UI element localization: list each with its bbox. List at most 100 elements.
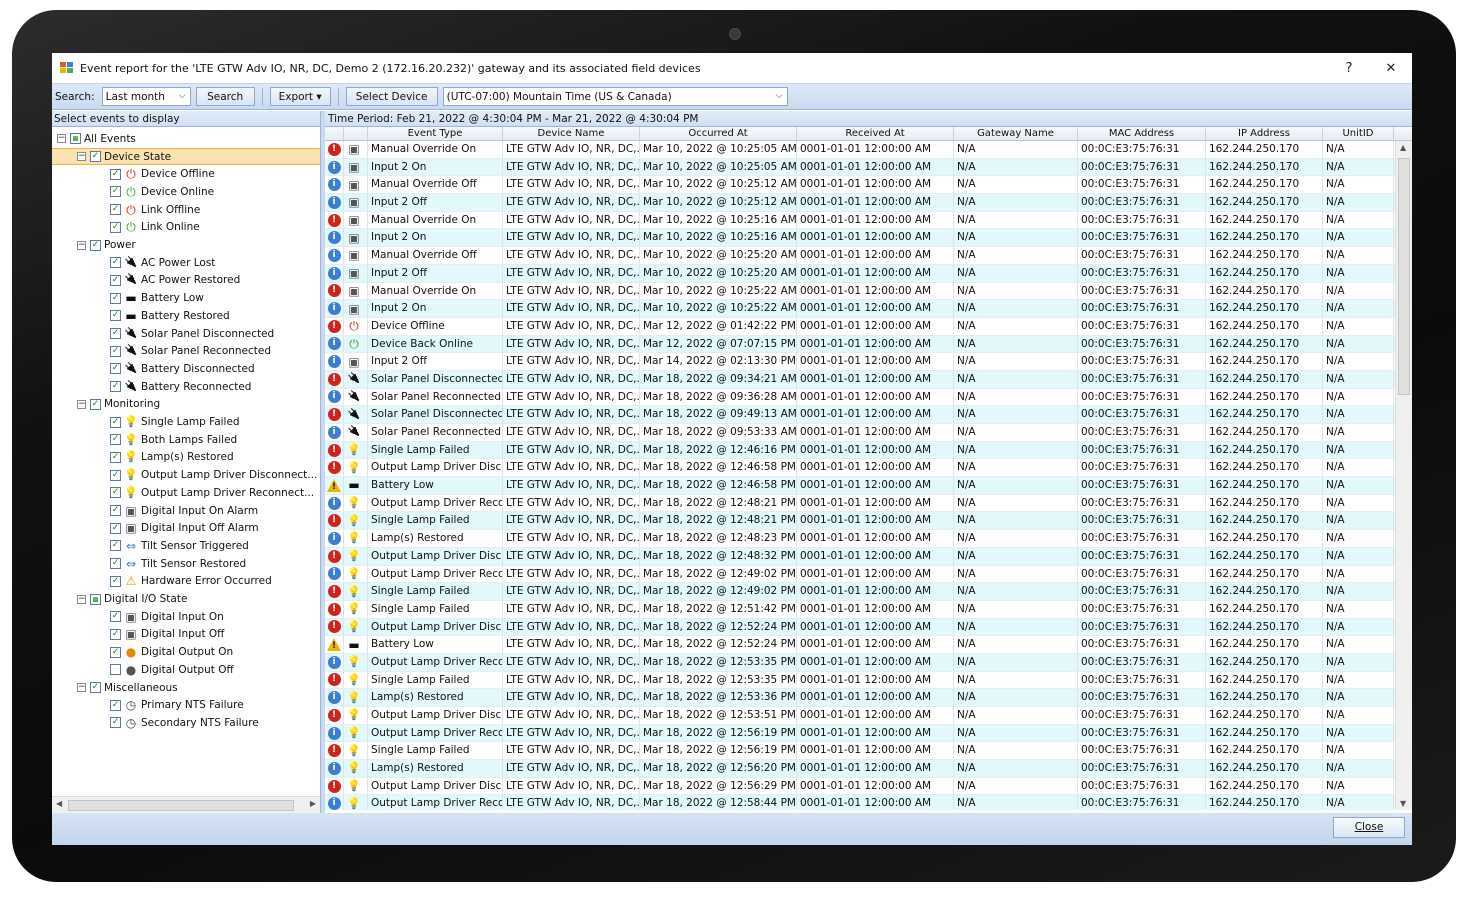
table-row[interactable]: i ▣ Input 2 Off LTE GTW Adv IO, NR, DC,... M… [325, 194, 1412, 212]
table-row[interactable]: ! ▣ Manual Override On LTE GTW Adv IO, NR, … [325, 141, 1412, 159]
tree-item[interactable]: − ✓ Miscellaneous [52, 679, 320, 697]
collapse-icon[interactable]: − [77, 399, 86, 409]
table-row[interactable]: ! 💡 Output Lamp Driver Disc... LTE GTW Adv … [325, 707, 1412, 725]
tree-checkbox[interactable]: ✓ [110, 487, 121, 499]
table-row[interactable]: i 💡 Lamp(s) Restored LTE GTW Adv IO, NR, DC… [325, 760, 1412, 778]
search-button[interactable]: Search [195, 87, 255, 106]
table-row[interactable]: i 💡 Output Lamp Driver Reco... LTE GTW Adv … [325, 795, 1412, 810]
column-header[interactable] [325, 127, 344, 140]
table-row[interactable]: ! 💡 Single Lamp Failed LTE GTW Adv IO, NR, … [325, 671, 1412, 690]
table-row[interactable]: i ▣ Manual Override Off LTE GTW Adv IO, NR,… [325, 176, 1412, 195]
scroll-up-icon[interactable]: ▲ [1400, 143, 1406, 152]
collapse-icon[interactable]: − [77, 683, 86, 693]
scrollbar-thumb[interactable] [68, 800, 294, 811]
tree-checkbox[interactable]: ✓ [110, 469, 121, 481]
tree-item[interactable]: ✓ ◷ Secondary NTS Failure [52, 714, 320, 732]
tree-item[interactable]: ✓ 🔌 Battery Reconnected [52, 378, 320, 396]
horizontal-scrollbar[interactable]: ◀ ▶ [52, 796, 320, 813]
tree-checkbox[interactable]: ✓ [110, 328, 121, 340]
table-row[interactable]: i 🔌 Solar Panel Reconnected LTE GTW Adv IO,… [325, 424, 1412, 442]
column-header[interactable]: IP Address [1206, 127, 1323, 140]
tree-item[interactable]: ✓ ▬ Battery Low [52, 289, 320, 307]
tree-checkbox[interactable]: ✓ [90, 239, 101, 251]
table-row[interactable]: ! 🔌 Solar Panel Disconnected LTE GTW Adv IO… [325, 406, 1412, 424]
table-row[interactable]: i ▣ Input 2 Off LTE GTW Adv IO, NR, DC,... M… [325, 353, 1412, 371]
column-header[interactable] [344, 127, 368, 140]
table-row[interactable]: ! ▬ Battery Low LTE GTW Adv IO, NR, DC,... M… [325, 477, 1412, 495]
scroll-left-icon[interactable]: ◀ [56, 799, 62, 808]
table-row[interactable]: ! 💡 Single Lamp Failed LTE GTW Adv IO, NR, … [325, 583, 1412, 601]
tree-checkbox[interactable]: ✓ [110, 540, 121, 552]
window-close-button[interactable]: ✕ [1370, 61, 1412, 76]
collapse-icon[interactable]: − [77, 240, 86, 250]
tree-checkbox[interactable] [110, 664, 121, 676]
tree-checkbox[interactable]: ✓ [110, 451, 121, 463]
tree-item[interactable]: ✓ ▣ Digital Input On Alarm [52, 502, 320, 520]
export-button[interactable]: Export ▾ [269, 87, 331, 106]
tree-checkbox[interactable]: ✓ [110, 505, 121, 517]
scroll-right-icon[interactable]: ▶ [310, 799, 316, 808]
column-header[interactable]: Occurred At [640, 127, 797, 140]
tree-item[interactable]: ✓ 💡 Both Lamps Failed [52, 431, 320, 449]
tree-item[interactable]: ● Digital Output Off [52, 661, 320, 679]
tree-item[interactable]: ✓ ⏻ Link Offline [52, 201, 320, 219]
table-row[interactable]: ! 💡 Output Lamp Driver Disc... LTE GTW Adv … [325, 618, 1412, 637]
table-row[interactable]: i ▣ Input 2 On LTE GTW Adv IO, NR, DC,... Ma… [325, 300, 1412, 318]
table-row[interactable]: i 🔌 Solar Panel Reconnected LTE GTW Adv IO,… [325, 388, 1412, 407]
table-row[interactable]: i ⏻ Device Back Online LTE GTW Adv IO, NR, … [325, 335, 1412, 354]
tree-item[interactable]: ✓ 🔌 Solar Panel Disconnected [52, 325, 320, 343]
tree-checkbox[interactable]: ✓ [110, 363, 121, 375]
tree-checkbox[interactable]: ✓ [110, 221, 121, 233]
tree-checkbox[interactable]: ✓ [110, 717, 121, 729]
tree-checkbox[interactable]: ✓ [110, 628, 121, 640]
table-row[interactable]: i 💡 Lamp(s) Restored LTE GTW Adv IO, NR, DC… [325, 689, 1412, 707]
tree-item[interactable]: ✓ 💡 Single Lamp Failed [52, 413, 320, 431]
tree-item[interactable]: ✓ 🔌 AC Power Restored [52, 272, 320, 290]
tree-checkbox[interactable]: ✓ [110, 522, 121, 534]
tree-checkbox[interactable]: ✓ [90, 682, 101, 694]
table-row[interactable]: ! 🔌 Solar Panel Disconnected LTE GTW Adv IO… [325, 370, 1412, 389]
tree-checkbox[interactable]: ✓ [110, 434, 121, 446]
table-row[interactable]: ! 💡 Output Lamp Driver Disc... LTE GTW Adv … [325, 547, 1412, 566]
tree-checkbox[interactable]: ✓ [110, 168, 121, 180]
help-button[interactable]: ? [1328, 61, 1370, 76]
tree-checkbox[interactable]: ✓ [110, 646, 121, 658]
select-device-button[interactable]: Select Device [345, 87, 438, 106]
tree-checkbox[interactable]: ✓ [110, 186, 121, 198]
column-header[interactable]: Received At [797, 127, 954, 140]
tree-item[interactable]: ✓ 🔌 AC Power Lost [52, 254, 320, 272]
tree-checkbox[interactable]: ✓ [110, 699, 121, 711]
table-row[interactable]: ! ⏻ Device Offline LTE GTW Adv IO, NR, DC,.… [325, 317, 1412, 336]
vertical-scrollbar[interactable]: ▲ ▼ [1395, 141, 1412, 810]
table-row[interactable]: i 💡 Output Lamp Driver Reco... LTE GTW Adv … [325, 653, 1412, 672]
tree-item[interactable]: ✓ ● Digital Output On [52, 643, 320, 661]
tree-checkbox[interactable]: ✓ [110, 274, 121, 286]
tree-item[interactable]: ✓ ⏻ Link Online [52, 219, 320, 237]
tree-item[interactable]: ✓ ▣ Digital Input On [52, 608, 320, 626]
table-row[interactable]: i ▣ Input 2 Off LTE GTW Adv IO, NR, DC,... M… [325, 264, 1412, 283]
table-row[interactable]: i ▣ Input 2 On LTE GTW Adv IO, NR, DC,... Ma… [325, 229, 1412, 248]
tree-item[interactable]: ✓ ▣ Digital Input Off [52, 626, 320, 644]
tree-checkbox[interactable]: ✓ [110, 416, 121, 428]
tree-checkbox[interactable]: ✓ [110, 575, 121, 587]
tree-checkbox[interactable]: ✓ [110, 381, 121, 393]
column-header[interactable]: UnitID [1323, 127, 1394, 140]
tree-checkbox[interactable]: ✓ [110, 558, 121, 570]
table-row[interactable]: ! 💡 Single Lamp Failed LTE GTW Adv IO, NR, … [325, 512, 1412, 531]
tree-checkbox[interactable] [70, 133, 81, 145]
table-row[interactable]: i 💡 Lamp(s) Restored LTE GTW Adv IO, NR, DC… [325, 530, 1412, 548]
table-row[interactable]: i 💡 Output Lamp Driver Reco... LTE GTW Adv … [325, 565, 1412, 584]
table-row[interactable]: ! ▣ Manual Override On LTE GTW Adv IO, NR, … [325, 211, 1412, 230]
column-header[interactable]: Event Type [368, 127, 503, 140]
period-dropdown[interactable]: Last month ⌵ [101, 87, 191, 106]
tree-checkbox[interactable]: ✓ [110, 611, 121, 623]
tree-item[interactable]: ✓ ◷ Primary NTS Failure [52, 696, 320, 714]
tree-item[interactable]: ✓ 💡 Lamp(s) Restored [52, 449, 320, 467]
tree-checkbox[interactable]: ✓ [90, 398, 101, 410]
tree-item[interactable]: ✓ 💡 Output Lamp Driver Disconnect... [52, 466, 320, 484]
tree-item[interactable]: − Digital I/O State [52, 590, 320, 608]
tree-checkbox[interactable]: ✓ [110, 345, 121, 357]
tree-item[interactable]: ✓ ▬ Battery Restored [52, 307, 320, 325]
tree-item[interactable]: − ✓ Power [52, 236, 320, 254]
table-row[interactable]: ! ▬ Battery Low LTE GTW Adv IO, NR, DC,... M… [325, 636, 1412, 654]
